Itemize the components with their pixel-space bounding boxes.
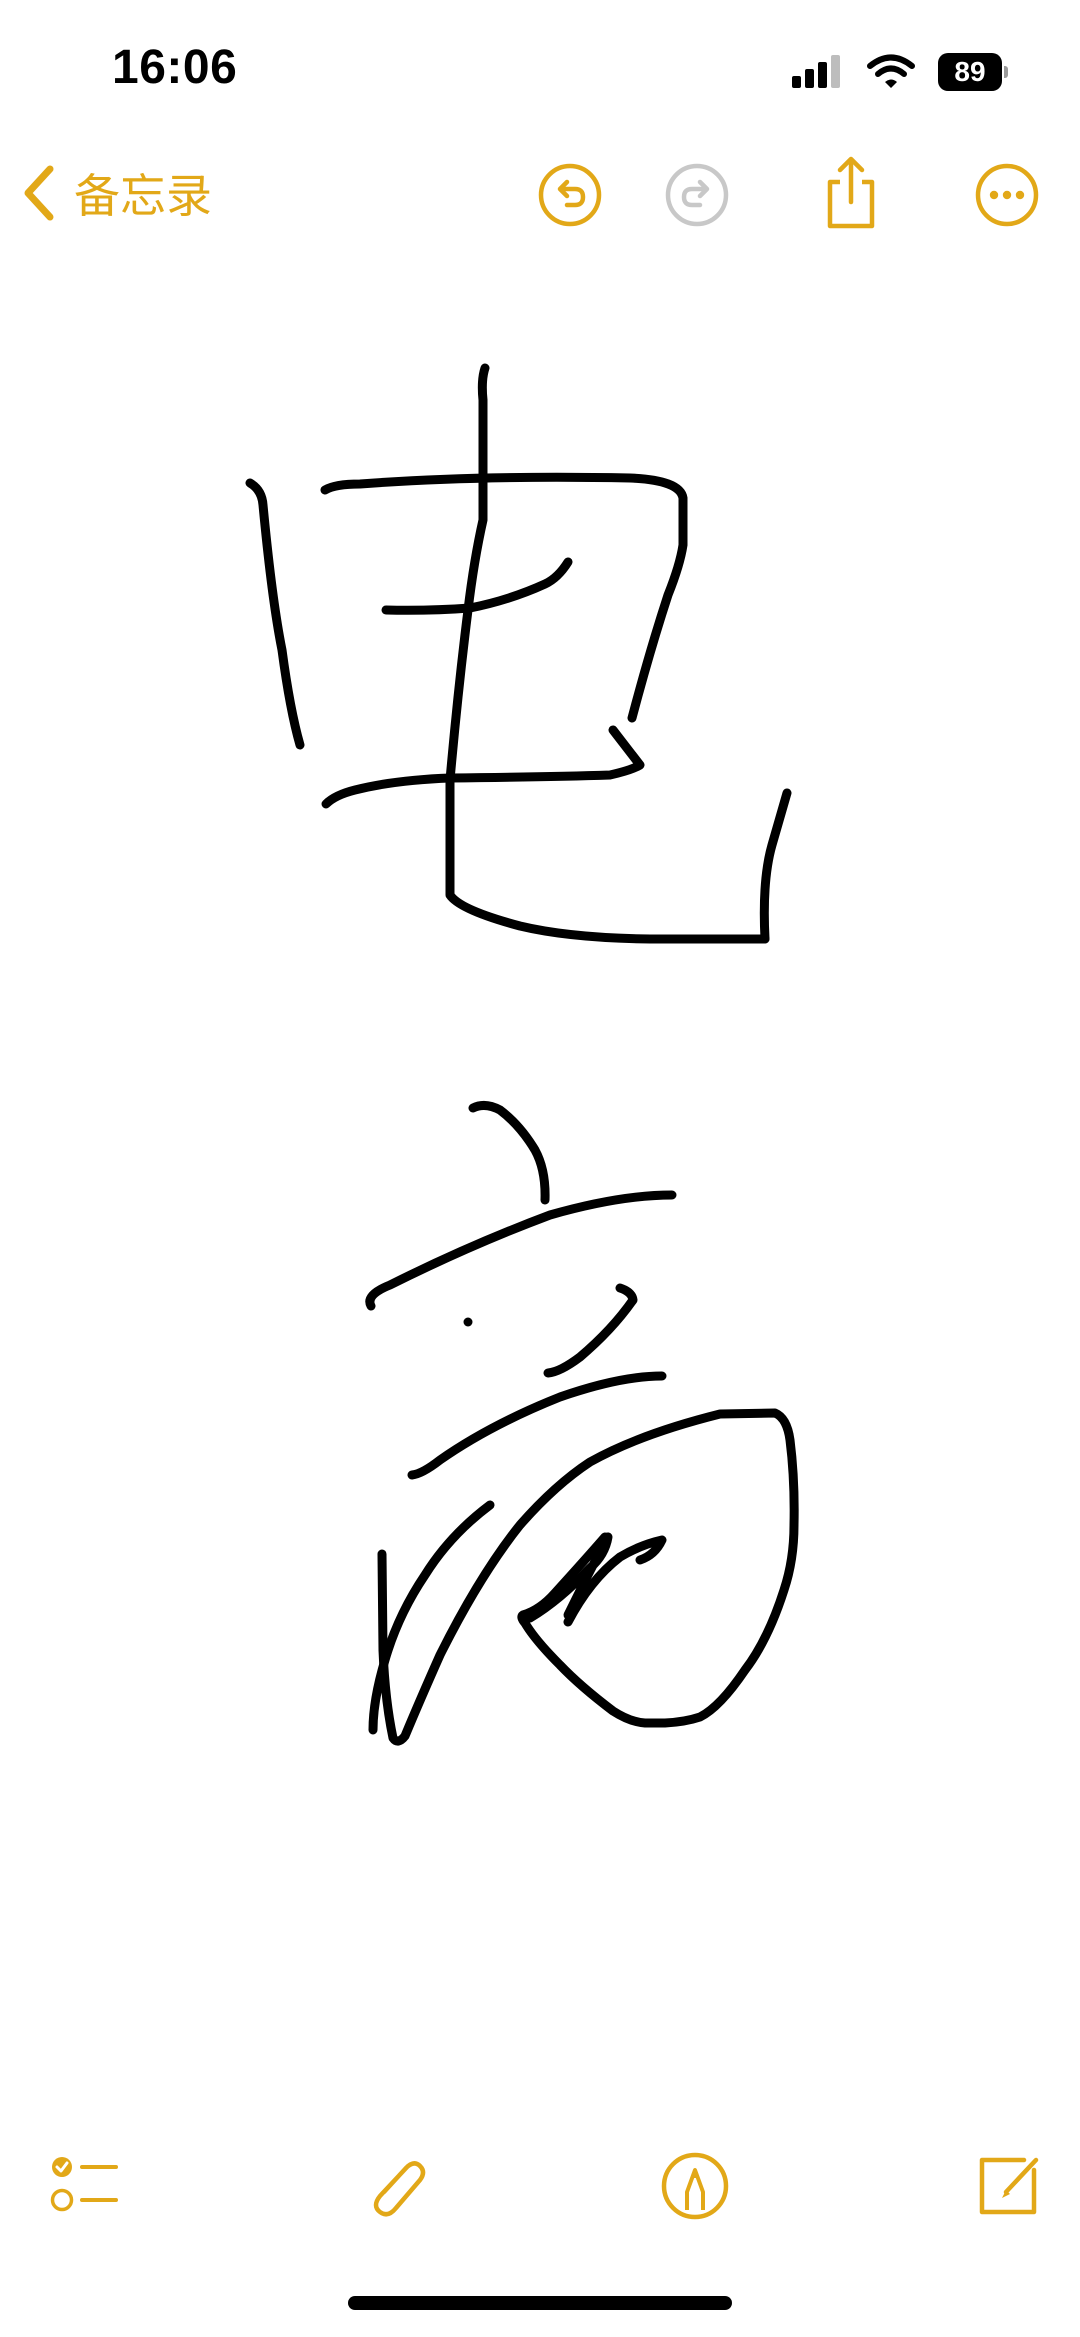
compose-icon[interactable] (972, 2150, 1044, 2222)
share-icon[interactable] (818, 154, 884, 230)
markup-pen-icon[interactable] (659, 2150, 731, 2222)
bottom-toolbar (0, 2140, 1080, 2240)
redo-icon[interactable] (664, 162, 730, 228)
chevron-left-icon (24, 165, 54, 221)
handwriting-canvas[interactable] (0, 250, 1080, 2100)
ink-stroke (445, 363, 770, 944)
nav-bar: 备忘录 (0, 140, 1080, 250)
ink-stroke (543, 1283, 638, 1378)
wifi-icon (867, 54, 915, 88)
ink-stroke (468, 1100, 550, 1205)
more-icon[interactable] (974, 162, 1040, 228)
battery-icon: 89 (938, 53, 1008, 91)
ink-stroke (321, 725, 645, 809)
status-icons: 89 (792, 52, 1008, 92)
ink-stroke (245, 478, 305, 750)
home-indicator (348, 2296, 732, 2310)
checklist-icon[interactable] (48, 2150, 120, 2222)
ink-stroke (407, 1371, 667, 1480)
paperclip-icon[interactable] (360, 2150, 432, 2222)
status-time: 16:06 (112, 41, 238, 94)
back-button[interactable]: 备忘录 (20, 158, 212, 228)
ink-stroke (759, 788, 792, 944)
undo-icon[interactable] (537, 162, 603, 228)
status-bar: 16:06 89 (0, 0, 1080, 140)
back-label: 备忘录 (74, 169, 212, 223)
cellular-signal-icon (792, 55, 840, 88)
battery-level: 89 (938, 53, 1002, 91)
